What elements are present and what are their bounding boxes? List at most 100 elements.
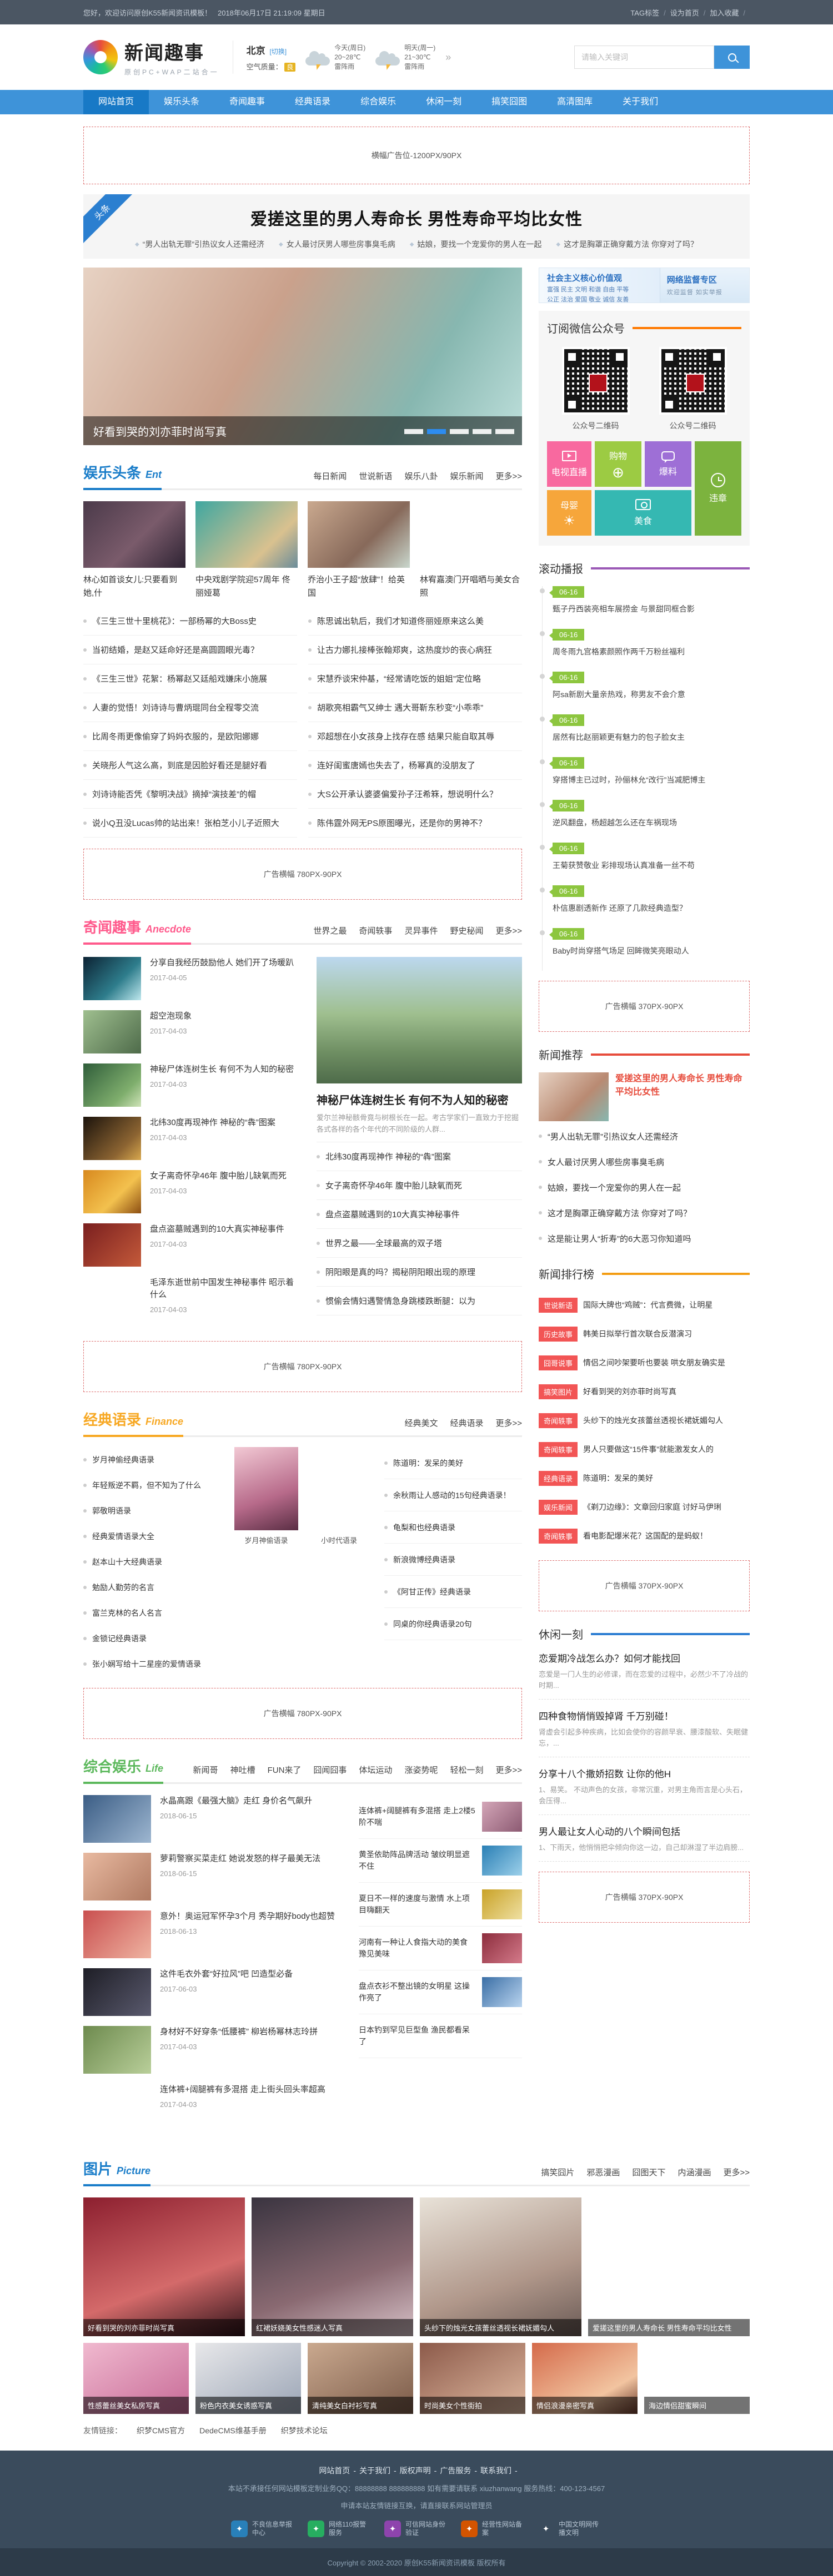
section-tab[interactable]: 奇闻轶事	[359, 925, 392, 936]
news-link[interactable]: 同桌的你经典语录20句	[384, 1608, 522, 1640]
certification-badge[interactable]: ✦ 网络110报警服务	[308, 2520, 372, 2537]
nav-item[interactable]: 关于我们	[608, 90, 673, 114]
news-link[interactable]: 惯偷会情妇遇警情急身跳楼跌断腿：以为	[317, 1287, 522, 1315]
leisure-item[interactable]: 四种食物悄悄毁掉肾 千万别碰！ 肾虚会引起多种疾病，比如会使你的容颜早衰、腰漆酸…	[539, 1700, 750, 1757]
section-more-link[interactable]: 更多>>	[495, 1417, 522, 1429]
news-link[interactable]: 郭敬明语录	[83, 1498, 221, 1524]
news-link[interactable]: 陈思诚出轨后，我们才知道佟丽娅原来这么美	[308, 607, 522, 636]
slider-dot[interactable]	[404, 429, 423, 434]
nav-item[interactable]: 综合娱乐	[345, 90, 411, 114]
certification-badge[interactable]: ✦ 中国文明网传播文明	[538, 2520, 602, 2537]
nav-item[interactable]: 经典语录	[280, 90, 345, 114]
gallery-photo[interactable]: 粉色内衣美女诱惑写真	[195, 2343, 301, 2414]
news-link[interactable]: 龟梨和也经典语录	[384, 1511, 522, 1544]
news-link[interactable]: 阴阳眼是真的吗？揭秘阴阳眼出现的原理	[317, 1258, 522, 1287]
sidebar-ad[interactable]: 广告横幅 370PX-90PX	[539, 1560, 750, 1611]
friend-link[interactable]: DedeCMS维基手册	[199, 2425, 267, 2436]
footer-nav-link[interactable]: 关于我们	[359, 2466, 390, 2475]
news-item[interactable]: 身材好不好穿条“低腰裤” 柳岩杨幂林志玲拼 2017-04-03	[83, 2026, 344, 2074]
nav-item[interactable]: 休闲一刻	[411, 90, 476, 114]
news-link[interactable]: 盘点盗墓贼遇到的10大真实神秘事件	[317, 1200, 522, 1229]
footer-nav-link[interactable]: 网站首页	[319, 2466, 350, 2475]
news-link[interactable]: 刘诗诗能否凭《黎明决战》摘掉“演技差”的帽	[83, 780, 297, 809]
banner-ad-780[interactable]: 广告横幅 780PX-90PX	[83, 1688, 522, 1739]
news-link[interactable]: 当初结婚，是赵又廷命好还是高圆圆眼光毒？	[83, 636, 297, 664]
news-item[interactable]: 连体裤+阔腿裤有多混搭 走上2楼5阶不喘	[359, 1795, 522, 1839]
news-item[interactable]: 分享自我经历鼓励他人 她们开了场暖趴 2017-04-05	[83, 957, 301, 1000]
news-item[interactable]: 盘点衣衫不整出镜的女明星 这操作亮了	[359, 1970, 522, 2014]
news-link[interactable]: 连好闺蜜唐嫣也失去了，杨幂真的没朋友了	[308, 751, 522, 780]
news-link[interactable]: 这才是胸罩正确穿戴方法 你穿对了吗？	[539, 1200, 750, 1226]
section-tab[interactable]: 搞笑囧片	[541, 2166, 574, 2178]
certification-badge[interactable]: ✦ 可信网站身份验证	[384, 2520, 449, 2537]
news-link[interactable]: “男人出轨无罪”引热议女人还需经济	[539, 1123, 750, 1149]
news-link[interactable]: 岁月神偷经典语录	[83, 1447, 221, 1473]
slider-dot[interactable]	[495, 429, 514, 434]
news-link[interactable]: 新浪微博经典语录	[384, 1544, 522, 1576]
section-tab[interactable]: FUN来了	[268, 1764, 302, 1776]
news-item[interactable]: 黄圣依助阵品牌活动 皱纹明显遮不住	[359, 1839, 522, 1883]
section-tab[interactable]: 囧图天下	[632, 2166, 665, 2178]
news-link[interactable]: 比周冬雨更像偷穿了妈妈衣服的，是欧阳娜娜	[83, 722, 297, 751]
section-tab[interactable]: 经典语录	[450, 1417, 483, 1429]
sidebar-ad[interactable]: 广告横幅 370PX-90PX	[539, 981, 750, 1032]
broadcast-item[interactable]: 06-16 甄子丹西装亮相车展捞金 与景甜同框合影	[553, 586, 750, 629]
book-cover[interactable]: 岁月神偷语录	[234, 1447, 298, 1677]
slider-dot[interactable]	[427, 429, 446, 434]
broadcast-item[interactable]: 06-16 居然有比赵丽颖更有魅力的包子脸女主	[553, 714, 750, 757]
section-tab[interactable]: 内涵漫画	[678, 2166, 711, 2178]
news-link[interactable]: 世界之最——全球最高的双子塔	[317, 1229, 522, 1258]
news-link[interactable]: 年轻叛逆不羁，但不知为了什么	[83, 1473, 221, 1498]
news-link[interactable]: 人妻的觉悟！刘诗诗与曹炳琨同台全程零交流	[83, 693, 297, 722]
news-item[interactable]: 夏日不一样的速度与激情 水上项目嗨翻天	[359, 1883, 522, 1927]
broadcast-item[interactable]: 06-16 逆风翻盘，杨超越怎么还在车祸现场	[553, 800, 750, 843]
leisure-item[interactable]: 男人最让女人心动的八个瞬间包括 1、下雨天，他悄悄把伞倾向你这一边，自己却淋湿了…	[539, 1815, 750, 1862]
news-link[interactable]: 陈伟霆外网无PS原图曝光，还是你的男神不？	[308, 809, 522, 838]
tile-violation[interactable]: 违章	[695, 441, 741, 536]
news-link[interactable]: 胡歌亮相霸气又绅士 遇大哥靳东秒变“小乖乖”	[308, 693, 522, 722]
section-tab[interactable]: 经典美文	[404, 1417, 438, 1429]
news-item[interactable]: 萝莉警察买菜走红 她说发怒的样子最美无法 2018-06-15	[83, 1853, 344, 1901]
ranking-item[interactable]: 世说新语 国际大牌也“鸡贼”：代言费微，让明星	[539, 1290, 750, 1319]
tile-mother-baby[interactable]: 母婴☀	[547, 490, 591, 536]
gallery-photo[interactable]: 情侣浪漫亲密写真	[532, 2343, 638, 2414]
ranking-item[interactable]: 奇闻轶事 男人只要做这“15件事”就能激发女人的	[539, 1435, 750, 1464]
news-link[interactable]: 邓超想在小女孩身上找存在感 结果只能自取其辱	[308, 722, 522, 751]
news-card[interactable]: 中央戏剧学院迎57周年 佟丽娅葛	[195, 501, 298, 600]
news-card[interactable]: 林宥嘉澳门开唱晒与美女合照	[420, 501, 522, 600]
banner-ad-780[interactable]: 广告横幅 780PX-90PX	[83, 849, 522, 900]
gallery-photo[interactable]: 红裙妖娆美女性感迷人写真	[252, 2197, 413, 2336]
news-item[interactable]: 日本钓到罕见巨型鱼 渔民都看呆了	[359, 2014, 522, 2058]
ranking-item[interactable]: 娱乐新闻 《剃刀边缘》：文章回归家庭 讨好马伊琍	[539, 1493, 750, 1521]
ranking-item[interactable]: 囧哥说事 情侣之间吵架要听也要装 哄女朋友确实是	[539, 1348, 750, 1377]
gallery-photo[interactable]: 时尚美女个性街拍	[420, 2343, 525, 2414]
news-link[interactable]: 陈道明：发呆的美好	[384, 1447, 522, 1479]
section-tab[interactable]: 神吐槽	[230, 1764, 255, 1776]
gallery-photo[interactable]: 海边情侣甜蜜瞬间	[644, 2343, 750, 2414]
headline-sub-link[interactable]: ◆“男人出轨无罪”引热议女人还需经济	[135, 239, 264, 250]
banner-ad-top[interactable]: 横幅广告位-1200PX/90PX	[83, 127, 750, 184]
certification-badge[interactable]: ✦ 不良信息举报中心	[231, 2520, 295, 2537]
ranking-item[interactable]: 搞笑图片 好看到哭的刘亦菲时尚写真	[539, 1377, 750, 1406]
feature-photo[interactable]	[317, 957, 522, 1083]
news-link[interactable]: 金锁记经典语录	[83, 1626, 221, 1651]
gallery-photo[interactable]: 好看到哭的刘亦菲时尚写真	[83, 2197, 245, 2336]
news-link[interactable]: 赵本山十大经典语录	[83, 1549, 221, 1575]
broadcast-item[interactable]: 06-16 穿搭博主已过时，孙俪林允“改行”当减肥博主	[553, 757, 750, 800]
news-item[interactable]: 河南有一种让人食指大动的美食 豫见美味	[359, 1927, 522, 1970]
section-more-link[interactable]: 更多>>	[495, 925, 522, 936]
news-link[interactable]: 说小Q丑没Lucas帅的站出来！张柏芝小儿子近照大	[83, 809, 297, 838]
gallery-photo[interactable]: 清纯美女白衬衫写真	[308, 2343, 413, 2414]
headline-sub-link[interactable]: ◆这才是胸罩正确穿戴方法 你穿对了吗？	[556, 239, 698, 250]
site-logo[interactable]: 新闻趣事 原创PC+WAP二站合一	[83, 38, 219, 77]
search-input[interactable]	[574, 46, 714, 69]
headline-sub-link[interactable]: ◆女人最讨厌男人哪些房事臭毛病	[279, 239, 395, 250]
tile-shopping[interactable]: 购物⊕	[595, 441, 641, 487]
section-tab[interactable]: 灵异事件	[404, 925, 438, 936]
news-item[interactable]: 超空泡现象 2017-04-03	[83, 1010, 301, 1053]
news-link[interactable]: 宋慧乔谈宋仲基，“经常请吃饭的姐姐”定位略	[308, 664, 522, 693]
nav-item[interactable]: 娱乐头条	[149, 90, 214, 114]
section-tab[interactable]: 涨姿势呢	[404, 1764, 438, 1776]
news-card[interactable]: 乔治小王子超“放肆”！给英国	[308, 501, 410, 600]
news-link[interactable]: 《三生三世十里桃花》：一部杨幂的大Boss史	[83, 607, 297, 636]
